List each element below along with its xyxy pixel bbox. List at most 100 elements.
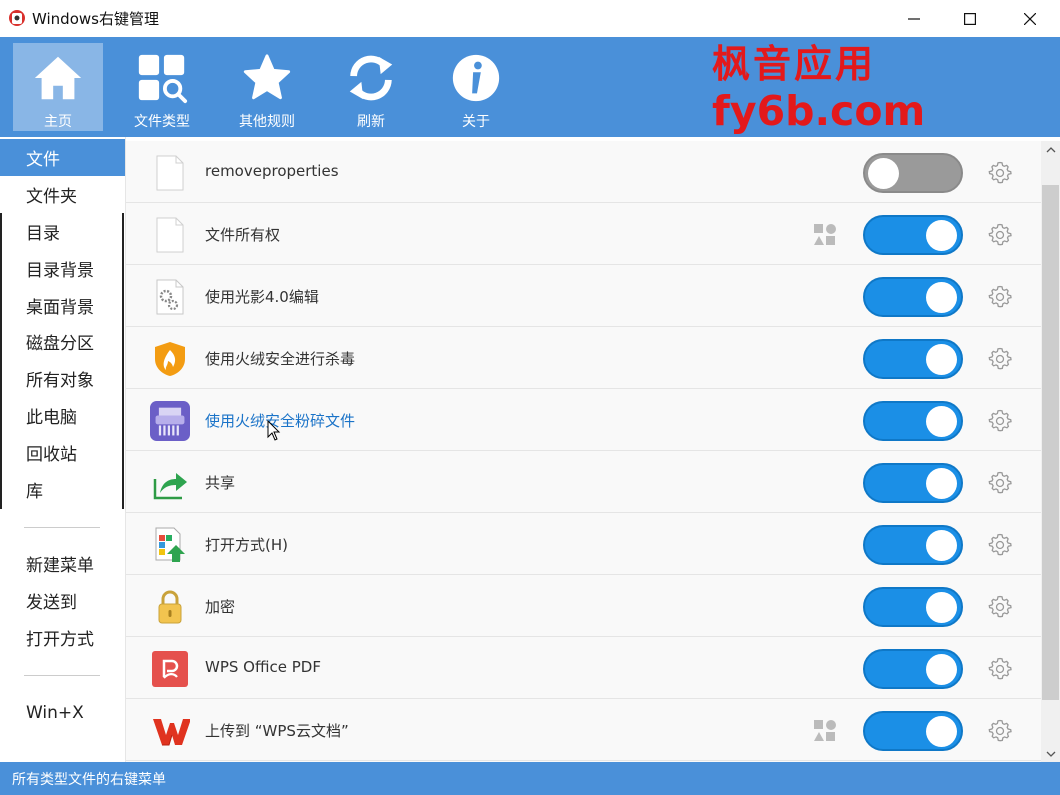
- enable-toggle[interactable]: [863, 463, 963, 503]
- vertical-scrollbar[interactable]: [1041, 141, 1060, 762]
- sidebar-divider: [24, 675, 100, 676]
- home-icon: [34, 56, 82, 100]
- item-name: 加密: [205, 598, 236, 616]
- sidebar-item-send-to[interactable]: 发送到: [0, 582, 125, 619]
- list-item[interactable]: WPS Office PDF: [126, 637, 1041, 699]
- item-name: 使用光影4.0编辑: [205, 288, 319, 306]
- settings-gear-icon[interactable]: [988, 719, 1012, 743]
- tool-other-rules[interactable]: 其他规则: [222, 43, 312, 131]
- list-item[interactable]: 使用光影4.0编辑: [126, 265, 1041, 327]
- toggle-knob: [926, 344, 957, 375]
- sidebar-item-label: 发送到: [26, 593, 77, 613]
- wps-logo-icon: [153, 719, 190, 746]
- enable-toggle[interactable]: [863, 649, 963, 689]
- tool-home[interactable]: 主页: [13, 43, 103, 131]
- item-name: 文件所有权: [205, 226, 281, 244]
- sidebar-item-label: 目录: [26, 224, 60, 244]
- tool-about[interactable]: 关于: [431, 43, 521, 131]
- toggle-knob: [868, 158, 899, 189]
- tool-file-types[interactable]: 文件类型: [117, 43, 207, 131]
- settings-gear-icon[interactable]: [988, 285, 1012, 309]
- star-icon: [243, 54, 291, 100]
- list-item[interactable]: 打开方式(H): [126, 513, 1041, 575]
- sidebar-tree-line: [122, 213, 124, 509]
- sidebar-item-this-pc[interactable]: 此电脑: [0, 397, 125, 434]
- enable-toggle[interactable]: [863, 587, 963, 627]
- list-item[interactable]: 文件所有权: [126, 203, 1041, 265]
- toggle-knob: [926, 220, 957, 251]
- enable-toggle[interactable]: [863, 711, 963, 751]
- watermark-line2: fy6b.com: [712, 87, 926, 135]
- enable-toggle[interactable]: [863, 215, 963, 255]
- sidebar-item-recycle-bin[interactable]: 回收站: [0, 434, 125, 471]
- sidebar-item-folder[interactable]: 文件夹: [0, 176, 125, 213]
- list-item[interactable]: 上传到 “WPS云文档”: [126, 699, 1041, 761]
- settings-gear-icon[interactable]: [988, 409, 1012, 433]
- list-item[interactable]: 使用火绒安全粉碎文件: [126, 389, 1041, 451]
- settings-gear-icon[interactable]: [988, 595, 1012, 619]
- enable-toggle[interactable]: [863, 339, 963, 379]
- sidebar-item-winx[interactable]: Win+X: [0, 694, 125, 731]
- sidebar-item-file[interactable]: 文件: [0, 139, 125, 176]
- sidebar-tree-line-left: [0, 213, 2, 509]
- enable-toggle[interactable]: [863, 277, 963, 317]
- sidebar-item-label: Win+X: [26, 702, 84, 723]
- sidebar-item-label: 库: [26, 482, 43, 502]
- maximize-button[interactable]: [940, 0, 1000, 37]
- sidebar-item-label: 磁盘分区: [26, 334, 94, 354]
- chevron-up-icon: [1046, 146, 1055, 152]
- sidebar-item-directory[interactable]: 目录: [0, 213, 125, 250]
- item-name: 使用火绒安全进行杀毒: [205, 350, 356, 368]
- settings-gear-icon[interactable]: [988, 223, 1012, 247]
- list-item[interactable]: 共享: [126, 451, 1041, 513]
- item-name: 共享: [205, 474, 236, 492]
- tool-refresh[interactable]: 刷新: [326, 43, 416, 131]
- item-name: WPS Office PDF: [205, 658, 321, 676]
- tool-home-label: 主页: [44, 114, 72, 130]
- list-item[interactable]: removeproperties: [126, 141, 1041, 203]
- app-icon: [9, 10, 25, 26]
- settings-gear-icon[interactable]: [988, 471, 1012, 495]
- title-bar: Windows右键管理: [0, 0, 1060, 37]
- watermark: 枫音应用 fy6b.com: [712, 45, 925, 132]
- sidebar-item-drive[interactable]: 磁盘分区: [0, 323, 125, 360]
- list-item[interactable]: 加密: [126, 575, 1041, 637]
- sidebar-item-label: 桌面背景: [26, 298, 94, 318]
- minimize-button[interactable]: [884, 0, 944, 37]
- enable-toggle[interactable]: [863, 401, 963, 441]
- window-title: Windows右键管理: [32, 10, 159, 28]
- settings-gear-icon[interactable]: [988, 161, 1012, 185]
- sidebar-item-new-menu[interactable]: 新建菜单: [0, 545, 125, 582]
- settings-gear-icon[interactable]: [988, 533, 1012, 557]
- toggle-knob: [926, 654, 957, 685]
- gear-file-icon: [156, 279, 184, 315]
- close-button[interactable]: [1000, 0, 1060, 37]
- list-item[interactable]: 使用火绒安全进行杀毒: [126, 327, 1041, 389]
- maximize-icon: [964, 12, 976, 25]
- scroll-thumb[interactable]: [1042, 185, 1059, 700]
- enable-toggle[interactable]: [863, 525, 963, 565]
- scroll-up-button[interactable]: [1041, 141, 1060, 158]
- sidebar-item-library[interactable]: 库: [0, 471, 125, 508]
- status-bar: 所有类型文件的右键菜单: [0, 762, 1060, 795]
- settings-gear-icon[interactable]: [988, 347, 1012, 371]
- sidebar-item-open-with[interactable]: 打开方式: [0, 619, 125, 656]
- sidebar-item-all-objects[interactable]: 所有对象: [0, 360, 125, 397]
- tool-other-rules-label: 其他规则: [239, 114, 295, 130]
- scroll-down-button[interactable]: [1041, 745, 1060, 762]
- sidebar-item-label: 所有对象: [26, 371, 94, 391]
- settings-gear-icon[interactable]: [988, 657, 1012, 681]
- enable-toggle[interactable]: [863, 153, 963, 193]
- tool-refresh-label: 刷新: [357, 114, 385, 130]
- tool-file-types-label: 文件类型: [134, 114, 190, 130]
- sidebar-item-directory-background[interactable]: 目录背景: [0, 250, 125, 287]
- share-icon: [153, 473, 187, 500]
- sidebar-item-label: 文件: [26, 150, 60, 170]
- toggle-knob: [926, 282, 957, 313]
- refresh-icon: [349, 55, 393, 101]
- sidebar-item-desktop-background[interactable]: 桌面背景: [0, 287, 125, 324]
- shapes-icon: [814, 720, 836, 741]
- sidebar: 文件 文件夹 目录 目录背景 桌面背景 磁盘分区 所有对象 此电脑 回收站 库 …: [0, 137, 126, 762]
- status-text: 所有类型文件的右键菜单: [12, 771, 166, 788]
- wps-pdf-icon: [152, 651, 188, 687]
